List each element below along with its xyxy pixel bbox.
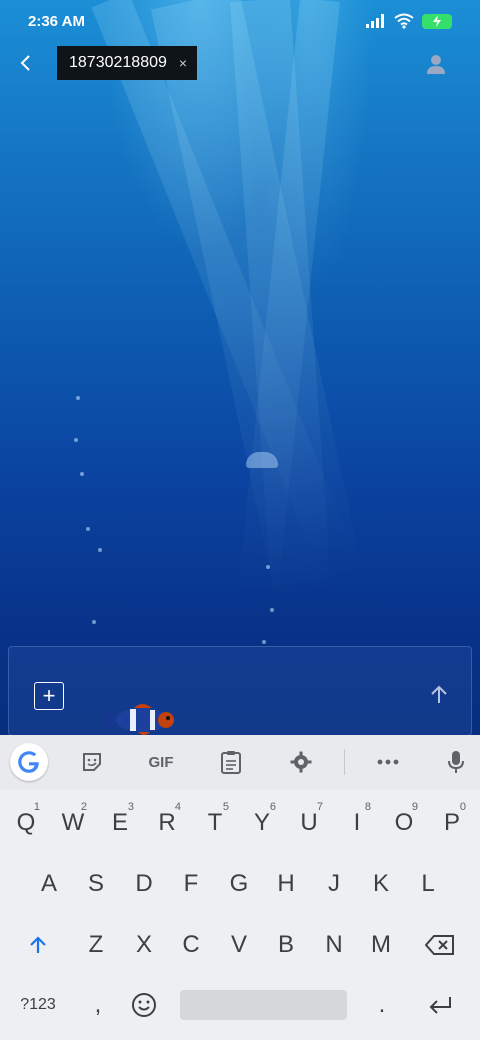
- battery-charging-icon: [422, 13, 452, 29]
- person-icon: [427, 55, 445, 74]
- arrow-up-icon: [431, 685, 447, 703]
- key-k[interactable]: K: [359, 859, 403, 909]
- key-g[interactable]: G: [217, 859, 261, 909]
- voice-input-button[interactable]: [438, 745, 474, 779]
- key-y[interactable]: Y6: [240, 798, 284, 848]
- bubble: [270, 608, 274, 612]
- bubble: [262, 640, 266, 644]
- back-button[interactable]: [14, 48, 40, 78]
- add-attachment-button[interactable]: +: [34, 682, 64, 710]
- status-icons: [366, 13, 452, 29]
- shift-key[interactable]: [16, 920, 60, 970]
- status-bar: 2:36 AM: [0, 0, 480, 42]
- clipboard-button[interactable]: [213, 745, 249, 779]
- emoji-icon: [132, 993, 156, 1017]
- keyboard-toolbar: GIF: [0, 735, 480, 789]
- key-l[interactable]: L: [406, 859, 450, 909]
- signal-icon: [366, 14, 384, 28]
- microphone-icon: [448, 751, 464, 773]
- more-button[interactable]: [370, 745, 406, 779]
- send-button[interactable]: [426, 682, 452, 708]
- wallpaper-background: [0, 0, 480, 735]
- key-c[interactable]: C: [169, 920, 213, 970]
- key-b[interactable]: B: [264, 920, 308, 970]
- emoji-key[interactable]: [122, 980, 166, 1030]
- key-t[interactable]: T5: [193, 798, 237, 848]
- key-m[interactable]: M: [359, 920, 403, 970]
- clipboard-icon: [221, 751, 241, 774]
- add-contact-button[interactable]: [424, 52, 448, 76]
- key-h[interactable]: H: [264, 859, 308, 909]
- key-p[interactable]: P0: [430, 798, 474, 848]
- bubble: [80, 472, 84, 476]
- google-search-button[interactable]: [10, 743, 48, 781]
- sticker-icon: [83, 753, 101, 771]
- period-key[interactable]: .: [360, 980, 404, 1030]
- enter-key[interactable]: [418, 980, 462, 1030]
- backspace-key[interactable]: [418, 920, 462, 970]
- key-q[interactable]: Q1: [4, 798, 48, 848]
- wifi-icon: [394, 13, 414, 29]
- key-u[interactable]: U7: [287, 798, 331, 848]
- google-icon: [18, 751, 39, 773]
- key-z[interactable]: Z: [74, 920, 118, 970]
- key-r[interactable]: R4: [145, 798, 189, 848]
- gear-icon: [290, 751, 312, 773]
- bubble: [266, 565, 270, 569]
- key-d[interactable]: D: [122, 859, 166, 909]
- bubble: [98, 548, 102, 552]
- status-time: 2:36 AM: [28, 13, 85, 30]
- arrow-left-icon: [20, 55, 30, 71]
- recipient-chip[interactable]: 18730218809 ×: [57, 46, 198, 80]
- more-horizontal-icon: [377, 759, 399, 765]
- key-e[interactable]: E3: [98, 798, 142, 848]
- key-i[interactable]: I8: [335, 798, 379, 848]
- symbols-key[interactable]: ?123: [14, 980, 62, 1030]
- bubble: [92, 620, 96, 624]
- key-j[interactable]: J: [312, 859, 356, 909]
- message-composer[interactable]: [8, 646, 472, 736]
- key-f[interactable]: F: [169, 859, 213, 909]
- key-o[interactable]: O9: [382, 798, 426, 848]
- bubble: [74, 438, 78, 442]
- bubble: [76, 396, 80, 400]
- key-s[interactable]: S: [74, 859, 118, 909]
- jellyfish: [246, 452, 278, 468]
- settings-button[interactable]: [283, 745, 319, 779]
- key-w[interactable]: W2: [51, 798, 95, 848]
- key-a[interactable]: A: [27, 859, 71, 909]
- enter-icon: [429, 997, 451, 1014]
- toolbar-divider: [344, 749, 345, 775]
- shift-arrow-icon: [30, 936, 46, 953]
- keyboard: GIF Q 1 W 2 E 3 R 4 T 5 Y 6 U 7 I 8 O 9 …: [0, 735, 480, 1040]
- recipient-number: 18730218809: [69, 54, 167, 71]
- key-x[interactable]: X: [122, 920, 166, 970]
- sticker-button[interactable]: [74, 745, 110, 779]
- backspace-icon: [425, 935, 454, 955]
- remove-recipient-icon[interactable]: ×: [179, 55, 187, 71]
- gif-button[interactable]: GIF: [142, 745, 180, 779]
- comma-key[interactable]: ,: [76, 980, 120, 1030]
- space-bar[interactable]: [180, 990, 347, 1020]
- clownfish-image: [104, 704, 174, 735]
- key-v[interactable]: V: [217, 920, 261, 970]
- key-n[interactable]: N: [312, 920, 356, 970]
- bubble: [86, 527, 90, 531]
